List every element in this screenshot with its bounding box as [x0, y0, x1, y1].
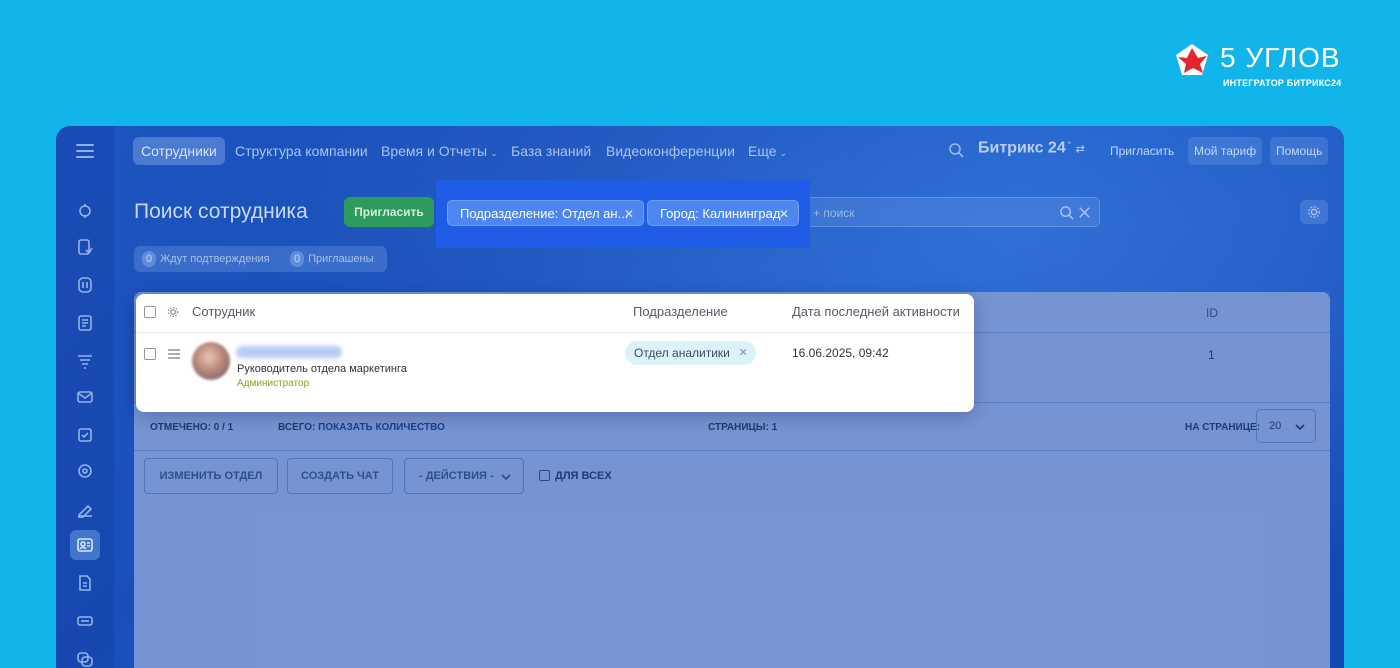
- invite-button[interactable]: Пригласить: [344, 197, 434, 227]
- left-rail: [56, 126, 114, 668]
- top-navigation: Сотрудники Структура компании Время и От…: [114, 126, 1344, 178]
- create-chat-button[interactable]: СОЗДАТЬ ЧАТ: [287, 458, 393, 494]
- search-icon[interactable]: [948, 142, 964, 158]
- brand-name: 5 УГЛОВ: [1220, 42, 1341, 73]
- chevron-down-icon: [1295, 424, 1305, 431]
- for-all-checkbox[interactable]: [539, 470, 550, 481]
- total-count: ВСЕГО: ПОКАЗАТЬ КОЛИЧЕСТВО: [278, 422, 445, 433]
- menu-icon[interactable]: [76, 144, 94, 158]
- tab-company-structure[interactable]: Структура компании: [227, 137, 376, 165]
- rail-tasks-icon[interactable]: [70, 232, 100, 262]
- tab-employees[interactable]: Сотрудники: [133, 137, 225, 165]
- close-icon[interactable]: [1077, 205, 1092, 220]
- column-header-department[interactable]: Подразделение: [633, 304, 728, 319]
- chevron-down-icon: [501, 474, 511, 481]
- gear-icon[interactable]: [167, 306, 179, 318]
- rail-crm-icon[interactable]: [70, 270, 100, 300]
- pages-count: СТРАНИЦЫ: 1: [708, 422, 778, 433]
- rail-drive-icon[interactable]: [70, 606, 100, 636]
- close-icon[interactable]: ✕: [624, 201, 634, 227]
- rail-feed-icon[interactable]: [70, 196, 100, 226]
- counter-invited[interactable]: 0 Приглашены: [290, 251, 374, 267]
- filter-tag-department[interactable]: Подразделение: Отдел ан... ✕: [447, 200, 644, 226]
- pentagon-star-icon: [1176, 44, 1208, 75]
- invite-link[interactable]: Пригласить: [1104, 137, 1180, 165]
- last-activity-value: 16.06.2025, 09:42: [792, 346, 889, 360]
- filter-tag-city[interactable]: Город: Калининград ✕: [647, 200, 799, 226]
- chevron-down-icon: ⌄: [490, 148, 498, 158]
- clock-icon: ◔: [1065, 138, 1072, 148]
- help-button[interactable]: Помощь: [1270, 137, 1329, 165]
- column-header-last-activity[interactable]: Дата последней активности: [792, 304, 960, 319]
- brand-logo: 5 УГЛОВ ИНТЕГРАТОР БИТРИКС24: [1172, 40, 1352, 96]
- rail-file-icon[interactable]: [70, 568, 100, 598]
- tab-video-conferences[interactable]: Видеоконференции: [598, 137, 743, 165]
- drag-handle-icon[interactable]: [168, 349, 180, 359]
- select-all-checkbox[interactable]: [144, 306, 156, 318]
- actions-select[interactable]: - ДЕЙСТВИЯ -: [404, 458, 524, 494]
- rail-docs-icon[interactable]: [70, 308, 100, 338]
- gear-icon: [1308, 206, 1320, 218]
- column-header-id[interactable]: ID: [1206, 306, 1218, 320]
- table-highlight: Сотрудник Подразделение Дата последней а…: [136, 294, 974, 412]
- bitrix24-logo: Битрикс 24◔ ⇄: [978, 138, 1085, 157]
- for-all-label: ДЛЯ ВСЕХ: [555, 470, 612, 482]
- employee-name-blurred[interactable]: [236, 346, 342, 358]
- rail-sign-icon[interactable]: [70, 494, 100, 524]
- settings-toggle-icon[interactable]: ⇄: [1076, 143, 1085, 155]
- department-badge[interactable]: Отдел аналитики ✕: [625, 341, 756, 365]
- employee-position: Руководитель отдела маркетинга: [237, 363, 407, 375]
- column-header-employee[interactable]: Сотрудник: [192, 304, 255, 319]
- avatar[interactable]: [192, 342, 230, 380]
- rail-mail-icon[interactable]: [70, 382, 100, 412]
- brand-subtitle: ИНТЕГРАТОР БИТРИКС24: [1223, 78, 1342, 88]
- tab-more[interactable]: Еще ⌄: [740, 137, 795, 165]
- filter-search-box[interactable]: [798, 197, 1100, 227]
- tab-time-reports[interactable]: Время и Отчеты ⌄: [373, 137, 506, 165]
- tab-knowledge-base[interactable]: База знаний: [503, 137, 599, 165]
- per-page-select[interactable]: 20: [1256, 409, 1316, 443]
- my-plan-button[interactable]: Мой тариф: [1188, 137, 1263, 165]
- close-icon[interactable]: ✕: [779, 201, 789, 227]
- settings-button[interactable]: [1300, 200, 1328, 224]
- rail-filter-icon[interactable]: [70, 346, 100, 376]
- close-icon[interactable]: ✕: [739, 341, 748, 365]
- rail-checklist-icon[interactable]: [70, 420, 100, 450]
- search-icon[interactable]: [1059, 205, 1074, 220]
- cell-id: 1: [1208, 348, 1215, 362]
- page-title: Поиск сотрудника: [134, 200, 308, 223]
- chevron-down-icon: ⌄: [779, 148, 788, 158]
- show-count-link[interactable]: ПОКАЗАТЬ КОЛИЧЕСТВО: [318, 422, 445, 433]
- marked-count: ОТМЕЧЕНО: 0 / 1: [150, 422, 234, 433]
- rail-chat-icon[interactable]: [70, 644, 100, 668]
- invitation-counters: 0 Ждут подтверждения 0 Приглашены: [134, 246, 387, 272]
- rail-employees-icon[interactable]: [70, 530, 100, 560]
- counter-awaiting[interactable]: 0 Ждут подтверждения: [142, 251, 270, 267]
- row-checkbox[interactable]: [144, 348, 156, 360]
- employee-role: Администратор: [237, 378, 310, 389]
- search-input[interactable]: [813, 204, 1043, 222]
- rail-target-icon[interactable]: [70, 456, 100, 486]
- per-page-label: НА СТРАНИЦЕ:: [1185, 422, 1261, 433]
- change-department-button[interactable]: ИЗМЕНИТЬ ОТДЕЛ: [144, 458, 278, 494]
